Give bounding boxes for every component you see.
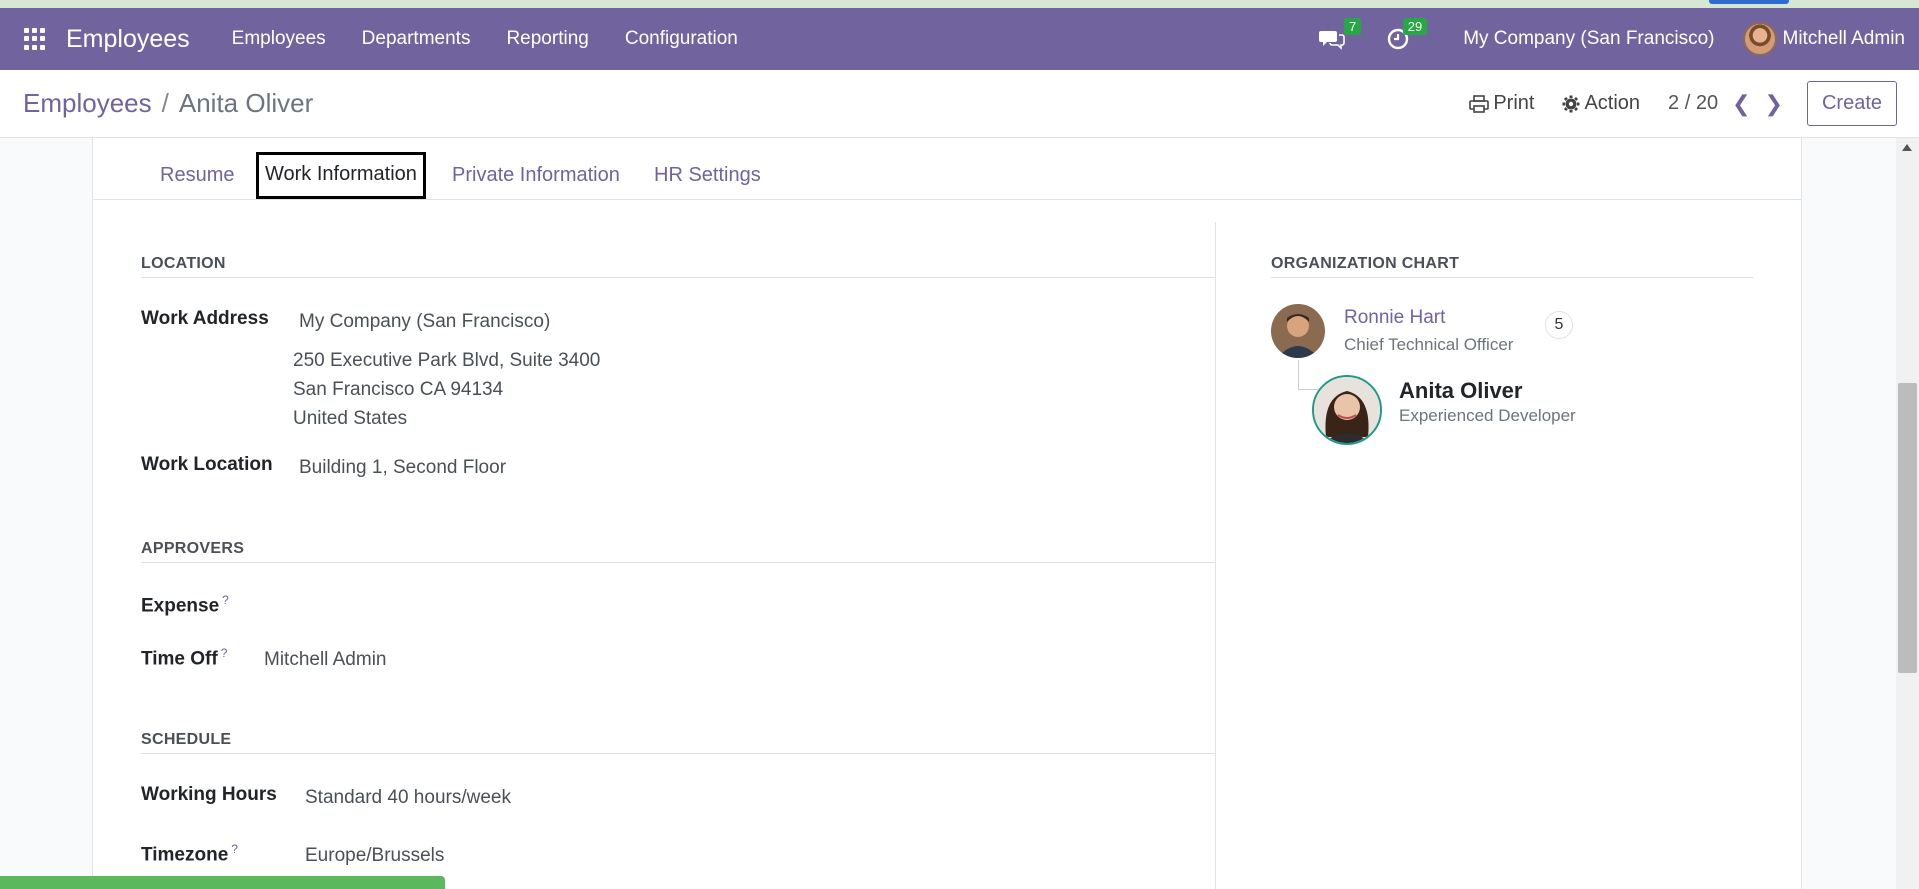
employee-job-title: Experienced Developer: [1399, 406, 1576, 425]
work-location-label: Work Location: [141, 454, 273, 475]
approvers-divider: [141, 562, 1215, 563]
main-navbar: Employees Employees Departments Reportin…: [0, 8, 1919, 70]
location-divider: [141, 277, 1215, 278]
action-label: Action: [1584, 92, 1641, 114]
print-icon: [1469, 94, 1490, 113]
employee-avatar: [1312, 375, 1382, 445]
print-label: Print: [1493, 92, 1535, 114]
pager-previous-icon[interactable]: ❮: [1732, 91, 1750, 117]
employee-name: Anita Oliver: [1399, 378, 1523, 403]
tab-resume[interactable]: Resume: [160, 164, 234, 187]
tab-hr-settings[interactable]: HR Settings: [654, 164, 761, 187]
gear-icon: [1562, 95, 1580, 112]
time-off-help-icon[interactable]: ?: [221, 646, 228, 660]
scrollbar-thumb[interactable]: [1898, 383, 1917, 673]
nav-menu-configuration[interactable]: Configuration: [607, 28, 756, 50]
org-chart-title: ORGANIZATION CHART: [1271, 255, 1460, 272]
nav-menu-reporting[interactable]: Reporting: [488, 28, 606, 50]
time-off-field[interactable]: Mitchell Admin: [264, 649, 387, 671]
manager-name-link[interactable]: Ronnie Hart: [1344, 307, 1445, 329]
manager-subordinates-count[interactable]: 5: [1545, 311, 1573, 339]
work-location-field[interactable]: Building 1, Second Floor: [299, 457, 506, 479]
address-line-3: United States: [293, 408, 408, 429]
top-strip-button: [1709, 0, 1789, 4]
manager-job-title: Chief Technical Officer: [1344, 335, 1514, 354]
nav-menu: Employees Departments Reporting Configur…: [214, 28, 756, 50]
chat-icon: [1319, 31, 1346, 50]
breadcrumb-separator: /: [161, 88, 169, 118]
print-button[interactable]: Print: [1469, 92, 1534, 115]
scroll-up-icon[interactable]: [1902, 144, 1912, 151]
work-address-field[interactable]: My Company (San Francisco): [299, 311, 550, 333]
timezone-help-icon[interactable]: ?: [231, 842, 238, 856]
app-title[interactable]: Employees: [66, 25, 190, 54]
schedule-section-title: SCHEDULE: [141, 731, 232, 748]
schedule-divider: [141, 753, 1215, 754]
pager-value[interactable]: 2 / 20: [1668, 92, 1718, 115]
org-chart-connector: [1298, 360, 1318, 390]
time-off-label: Time Off?: [141, 646, 228, 670]
user-menu[interactable]: Mitchell Admin: [1783, 28, 1906, 50]
address-line-1: 250 Executive Park Blvd, Suite 3400: [293, 350, 601, 371]
form-sheet: Resume Work Information Private Informat…: [92, 138, 1802, 889]
messages-button[interactable]: 7: [1317, 18, 1362, 54]
nav-menu-employees[interactable]: Employees: [214, 28, 344, 50]
browser-top-strip: [0, 0, 1919, 8]
timezone-label: Timezone?: [141, 842, 238, 866]
expense-label: Expense?: [141, 593, 229, 617]
activities-button[interactable]: 29: [1383, 18, 1428, 54]
pager-next-icon[interactable]: ❯: [1765, 91, 1783, 117]
user-avatar[interactable]: [1742, 22, 1777, 56]
activities-count-badge: 29: [1402, 18, 1428, 35]
manager-avatar[interactable]: [1271, 304, 1325, 358]
apps-grid-icon[interactable]: [24, 28, 46, 50]
working-hours-field[interactable]: Standard 40 hours/week: [305, 787, 511, 809]
address-line-2: San Francisco CA 94134: [293, 379, 504, 400]
create-button[interactable]: Create: [1806, 81, 1897, 126]
messages-count-badge: 7: [1343, 18, 1362, 35]
work-address-label: Work Address: [141, 308, 269, 329]
control-panel: Employees / Anita Oliver Print Action 2 / …: [0, 70, 1919, 138]
working-hours-label: Working Hours: [141, 784, 277, 805]
approvers-section-title: APPROVERS: [141, 540, 245, 557]
location-section-title: LOCATION: [141, 255, 226, 272]
page-scrollbar[interactable]: [1896, 138, 1919, 889]
breadcrumb-employees-link[interactable]: Employees: [23, 88, 152, 118]
tab-private-information[interactable]: Private Information: [452, 164, 620, 187]
nav-menu-departments[interactable]: Departments: [344, 28, 489, 50]
tab-work-information[interactable]: Work Information: [256, 152, 426, 199]
bottom-notification-bar: [0, 876, 445, 889]
breadcrumb: Employees / Anita Oliver: [23, 88, 313, 119]
company-switcher[interactable]: My Company (San Francisco): [1463, 28, 1714, 50]
action-button[interactable]: Action: [1562, 92, 1640, 115]
breadcrumb-current: Anita Oliver: [178, 88, 314, 118]
notebook-tabs: Resume Work Information Private Informat…: [93, 138, 1801, 200]
timezone-field[interactable]: Europe/Brussels: [305, 845, 444, 867]
org-chart-divider: [1271, 277, 1753, 278]
expense-help-icon[interactable]: ?: [222, 593, 229, 607]
column-divider: [1215, 222, 1216, 889]
